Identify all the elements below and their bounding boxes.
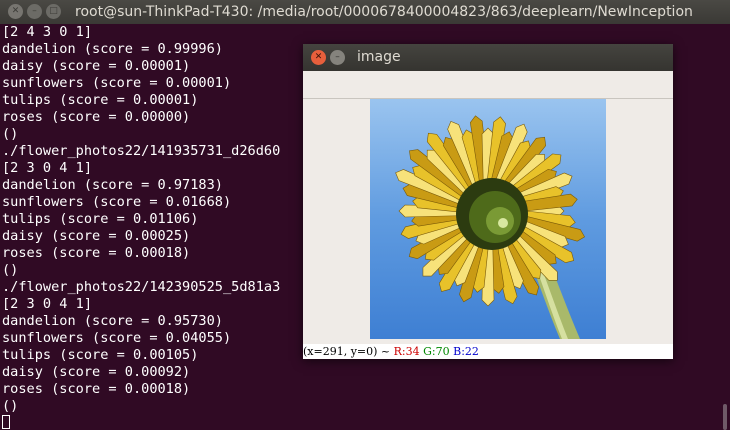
terminal-cursor-line [0,415,716,430]
text-cursor [2,415,10,429]
terminal-scrollbar[interactable] [716,24,730,430]
image-window-title: image [357,49,401,65]
terminal-titlebar[interactable]: ✕ – □ root@sun-ThinkPad-T430: /media/roo… [0,0,730,24]
pixel-red-value: R:34 [393,345,420,358]
dandelion-photo [370,99,606,339]
minimize-icon: – [335,52,340,62]
terminal-line: daisy (score = 0.00092) [2,364,191,380]
image-toolbar [303,71,673,99]
close-icon: ✕ [314,52,323,62]
image-window[interactable]: ✕ – image (x=291, y=0) ~ R:34 G:70 B:22 [303,44,673,359]
terminal-line: roses (score = 0.00018) [2,381,191,397]
image-minimize-button[interactable]: – [330,50,345,65]
scrollbar-thumb[interactable] [723,404,727,430]
minimize-icon: – [32,6,37,16]
close-icon: ✕ [11,6,20,16]
terminal-title: root@sun-ThinkPad-T430: /media/root/0000… [75,4,693,20]
pixel-green-value: G:70 [423,345,450,358]
terminal-maximize-button[interactable]: □ [46,4,61,19]
maximize-icon: □ [49,6,58,16]
image-statusbar: (x=291, y=0) ~ R:34 G:70 B:22 [303,344,673,359]
terminal-line: [2 4 3 0 1] [2,24,93,40]
terminal-close-button[interactable]: ✕ [8,4,23,19]
image-window-titlebar[interactable]: ✕ – image [303,44,673,71]
image-close-button[interactable]: ✕ [311,50,326,65]
image-canvas[interactable] [370,99,606,339]
terminal-minimize-button[interactable]: – [27,4,42,19]
terminal-line: () [2,398,19,414]
pixel-blue-value: B:22 [453,345,479,358]
pixel-coordinates: (x=291, y=0) ~ [303,345,391,358]
